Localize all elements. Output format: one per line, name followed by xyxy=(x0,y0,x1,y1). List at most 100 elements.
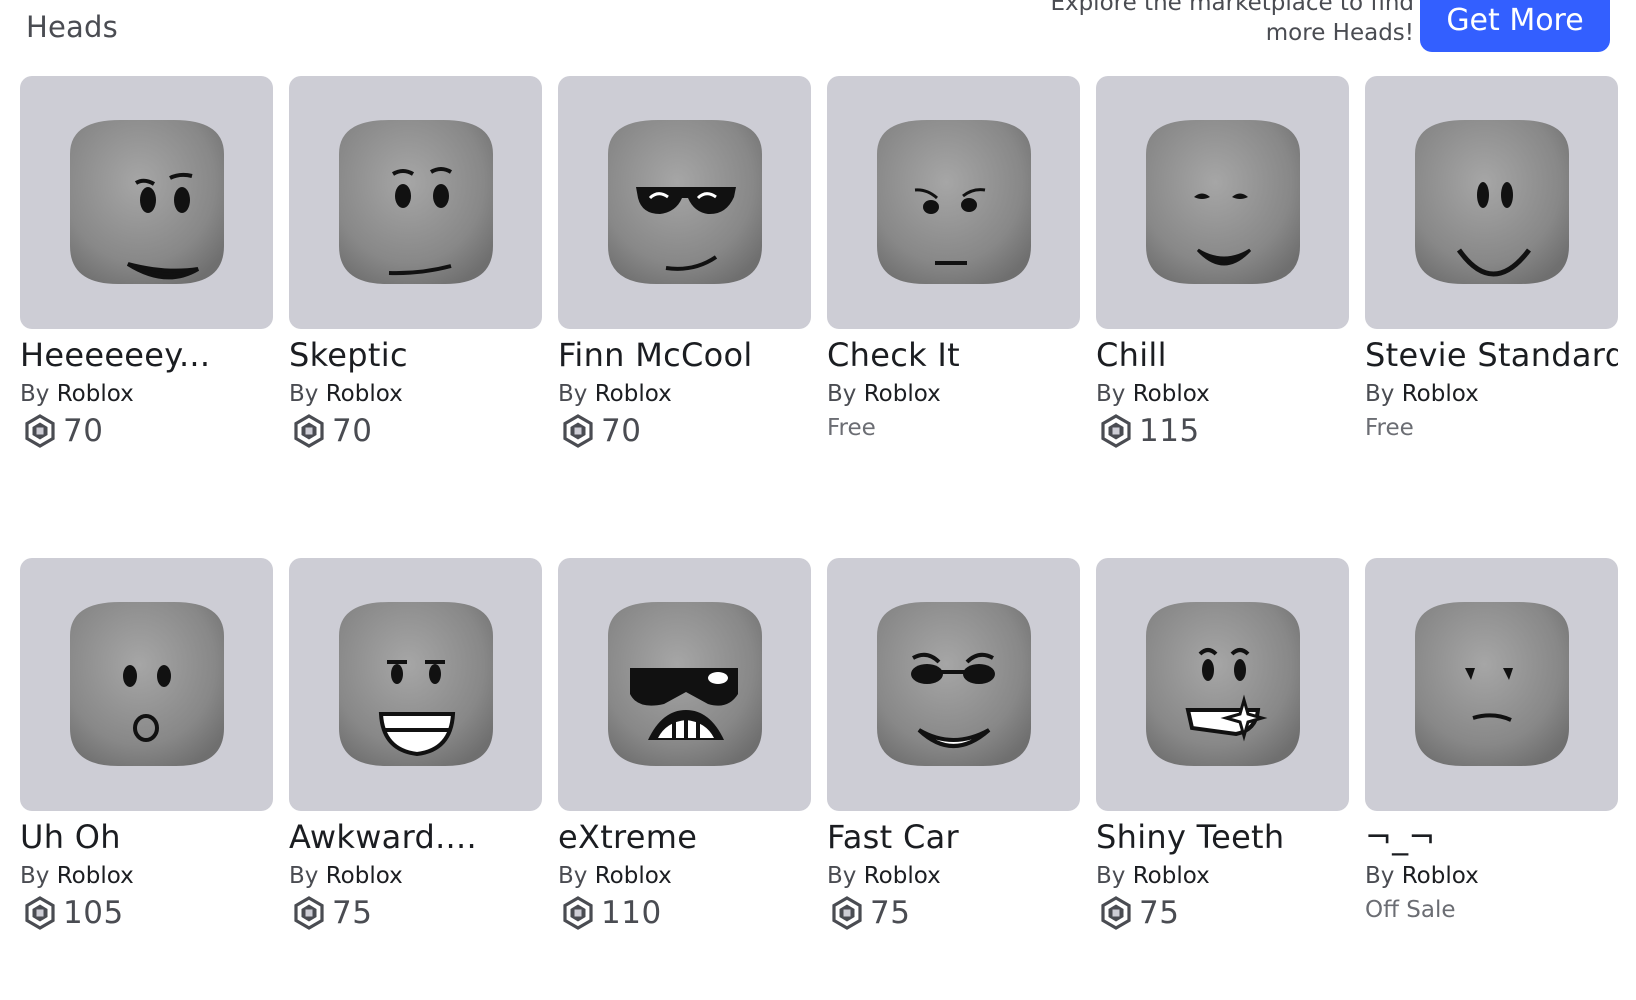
creator-link[interactable]: Roblox xyxy=(57,381,134,407)
skeptic-face-thumbnail xyxy=(339,120,493,284)
creator-link[interactable]: Roblox xyxy=(1133,863,1210,889)
item-price-row: 70 xyxy=(289,412,542,450)
item-price-row: Free xyxy=(827,412,1080,450)
robux-icon xyxy=(1099,414,1133,448)
fast-car-face-thumbnail xyxy=(877,602,1031,766)
item-thumbnail[interactable] xyxy=(1365,558,1618,811)
chill-face-thumbnail xyxy=(1146,120,1300,284)
item-name[interactable]: Chill xyxy=(1096,333,1349,377)
standard-face-thumbnail xyxy=(1415,120,1569,284)
item-card[interactable]: eXtreme By Roblox 110 xyxy=(558,558,811,932)
item-name[interactable]: Awkward.... xyxy=(289,815,542,859)
item-price-row: 115 xyxy=(1096,412,1349,450)
creator-prefix: By xyxy=(558,381,588,407)
item-card[interactable]: Shiny Teeth By Roblox 75 xyxy=(1096,558,1349,932)
item-price-row: 70 xyxy=(20,412,273,450)
robux-icon xyxy=(23,896,57,930)
item-name[interactable]: ¬_¬ xyxy=(1365,815,1618,859)
creator-prefix: By xyxy=(1365,863,1395,889)
creator-link[interactable]: Roblox xyxy=(1133,381,1210,407)
creator-link[interactable]: Roblox xyxy=(1402,381,1479,407)
creator-link[interactable]: Roblox xyxy=(57,863,134,889)
item-price: 75 xyxy=(332,895,373,931)
item-card[interactable]: Stevie Standard By Roblox Free xyxy=(1365,76,1618,450)
item-creator: By Roblox xyxy=(1096,377,1349,411)
item-thumbnail[interactable] xyxy=(1096,558,1349,811)
creator-link[interactable]: Roblox xyxy=(326,863,403,889)
shiny-teeth-face-thumbnail xyxy=(1146,602,1300,766)
robux-icon xyxy=(292,414,326,448)
item-price-row: Off Sale xyxy=(1365,894,1618,932)
item-card[interactable]: Heeeeeey... By Roblox 70 xyxy=(20,76,273,450)
item-status: Off Sale xyxy=(1365,897,1456,923)
item-name[interactable]: Uh Oh xyxy=(20,815,273,859)
item-name[interactable]: Fast Car xyxy=(827,815,1080,859)
item-name[interactable]: Stevie Standard xyxy=(1365,333,1618,377)
promo-text: Explore the marketplace to find more Hea… xyxy=(1050,0,1414,46)
unamused-face-thumbnail xyxy=(1415,602,1569,766)
item-creator: By Roblox xyxy=(1365,377,1618,411)
item-thumbnail[interactable] xyxy=(1096,76,1349,329)
item-creator: By Roblox xyxy=(827,377,1080,411)
item-creator: By Roblox xyxy=(289,377,542,411)
creator-prefix: By xyxy=(827,863,857,889)
item-creator: By Roblox xyxy=(1365,859,1618,893)
item-name[interactable]: Shiny Teeth xyxy=(1096,815,1349,859)
item-thumbnail[interactable] xyxy=(289,558,542,811)
creator-link[interactable]: Roblox xyxy=(595,863,672,889)
item-card[interactable]: Chill By Roblox 115 xyxy=(1096,76,1349,450)
check-it-face-thumbnail xyxy=(877,120,1031,284)
creator-prefix: By xyxy=(1096,863,1126,889)
robux-icon xyxy=(561,414,595,448)
sunglasses-face-thumbnail xyxy=(608,120,762,284)
section-title: Heads xyxy=(26,10,118,44)
item-card[interactable]: Skeptic By Roblox 70 xyxy=(289,76,542,450)
creator-prefix: By xyxy=(289,381,319,407)
item-name[interactable]: Heeeeeey... xyxy=(20,333,273,377)
item-card[interactable]: Awkward.... By Roblox 75 xyxy=(289,558,542,932)
item-thumbnail[interactable] xyxy=(558,76,811,329)
item-price: 115 xyxy=(1139,413,1200,449)
item-name[interactable]: eXtreme xyxy=(558,815,811,859)
item-price-row: 75 xyxy=(1096,894,1349,932)
robux-icon xyxy=(292,896,326,930)
creator-prefix: By xyxy=(289,863,319,889)
item-price-row: 75 xyxy=(827,894,1080,932)
item-card[interactable]: Finn McCool By Roblox 70 xyxy=(558,76,811,450)
item-creator: By Roblox xyxy=(558,377,811,411)
item-card[interactable]: Uh Oh By Roblox 105 xyxy=(20,558,273,932)
item-name[interactable]: Skeptic xyxy=(289,333,542,377)
creator-link[interactable]: Roblox xyxy=(326,381,403,407)
item-thumbnail[interactable] xyxy=(20,76,273,329)
item-price: 70 xyxy=(601,413,642,449)
creator-link[interactable]: Roblox xyxy=(864,381,941,407)
item-creator: By Roblox xyxy=(20,377,273,411)
creator-link[interactable]: Roblox xyxy=(1402,863,1479,889)
item-card[interactable]: Check It By Roblox Free xyxy=(827,76,1080,450)
item-price: 70 xyxy=(332,413,373,449)
item-price-row: 75 xyxy=(289,894,542,932)
item-card[interactable]: ¬_¬ By Roblox Off Sale xyxy=(1365,558,1618,932)
item-thumbnail[interactable] xyxy=(1365,76,1618,329)
creator-prefix: By xyxy=(20,863,50,889)
item-thumbnail[interactable] xyxy=(827,558,1080,811)
item-price: 75 xyxy=(870,895,911,931)
item-thumbnail[interactable] xyxy=(827,76,1080,329)
item-price: 70 xyxy=(63,413,104,449)
item-thumbnail[interactable] xyxy=(20,558,273,811)
item-name[interactable]: Finn McCool xyxy=(558,333,811,377)
item-creator: By Roblox xyxy=(1096,859,1349,893)
item-card[interactable]: Fast Car By Roblox 75 xyxy=(827,558,1080,932)
creator-link[interactable]: Roblox xyxy=(864,863,941,889)
item-status: Free xyxy=(1365,415,1414,441)
uh-oh-face-thumbnail xyxy=(70,602,224,766)
creator-link[interactable]: Roblox xyxy=(595,381,672,407)
smile-smirk-face-thumbnail xyxy=(70,120,224,284)
item-thumbnail[interactable] xyxy=(558,558,811,811)
item-creator: By Roblox xyxy=(558,859,811,893)
item-thumbnail[interactable] xyxy=(289,76,542,329)
item-price-row: 105 xyxy=(20,894,273,932)
get-more-button[interactable]: Get More xyxy=(1420,0,1610,52)
item-name[interactable]: Check It xyxy=(827,333,1080,377)
item-creator: By Roblox xyxy=(20,859,273,893)
